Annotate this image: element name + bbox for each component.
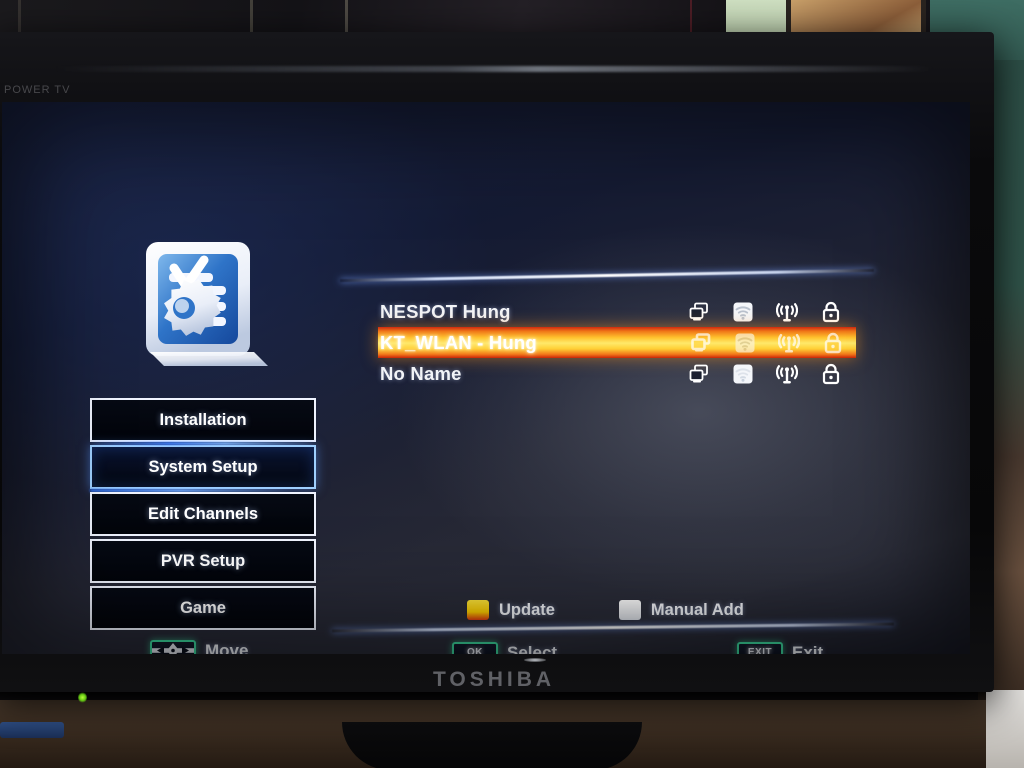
exit-key-icon: EXIT [737, 642, 783, 654]
hint-exit[interactable]: EXIT Exit [737, 642, 823, 654]
lock-icon [822, 332, 844, 354]
network-icon-group [688, 301, 854, 323]
hint-label: Exit [792, 642, 824, 655]
color-key-label: Update [499, 600, 555, 619]
divider-bottom [332, 622, 894, 633]
wifi-tile-icon [732, 301, 754, 323]
network-row-selected[interactable]: KT_WLAN - Hung [378, 327, 856, 358]
color-key-manual-add[interactable]: Manual Add [618, 600, 744, 620]
yellow-key-chip [467, 600, 489, 620]
screens-icon [688, 301, 710, 323]
menu-item-label: Edit Channels [147, 504, 258, 523]
lock-icon [820, 363, 842, 385]
exit-key-text: EXIT [747, 647, 773, 654]
network-ssid: No Name [380, 362, 462, 384]
wifi-network-list: NESPOT Hung KT_WLAN - Hung No Name [378, 296, 856, 389]
hint-label: Move [205, 640, 249, 655]
broadcast-tower-icon [778, 332, 800, 354]
bezel-powertv-label: POWER TV [4, 84, 71, 96]
menu-item-label: PVR Setup [160, 551, 246, 570]
screens-icon [688, 363, 710, 385]
ok-key-text: OK [467, 647, 483, 654]
network-row[interactable]: NESPOT Hung [380, 296, 854, 327]
network-ssid: KT_WLAN - Hung [380, 331, 537, 353]
menu-item-label: Game [180, 598, 226, 617]
color-key-update[interactable]: Update [467, 600, 555, 620]
tv-stand-neck [342, 722, 642, 768]
menu-item-label: System Setup [148, 457, 258, 476]
menu-item-pvr-setup[interactable]: PVR Setup [90, 539, 316, 583]
desk-object-blue [0, 722, 64, 738]
settings-gear-document-icon [122, 230, 282, 380]
wifi-tile-icon [734, 332, 756, 354]
ok-key-icon: OK [452, 642, 498, 654]
color-key-legend: Update Manual Add [467, 600, 744, 620]
menu-item-edit-channels[interactable]: Edit Channels [90, 492, 316, 536]
network-icon-group [690, 332, 856, 354]
menu-item-game[interactable]: Game [90, 586, 316, 630]
screens-icon [690, 332, 712, 354]
hint-move[interactable]: Move [150, 640, 248, 654]
network-ssid: NESPOT Hung [380, 300, 511, 322]
brand-logo-toshiba: TOSHIBA [432, 668, 556, 691]
footer-hints: Move OK Select EXIT Exit [2, 638, 970, 654]
hint-label: Select [507, 642, 558, 655]
lock-icon [820, 301, 842, 323]
divider-top [340, 268, 874, 283]
hint-select[interactable]: OK Select [452, 642, 557, 654]
menu-item-system-setup[interactable]: System Setup [90, 445, 316, 489]
settings-menu: Installation System Setup Edit Channels … [90, 398, 316, 633]
network-row[interactable]: No Name [380, 358, 854, 389]
wifi-tile-icon [732, 363, 754, 385]
ir-receiver-indicator [524, 658, 546, 662]
network-icon-group [688, 363, 854, 385]
bezel-highlight [54, 66, 934, 72]
broadcast-tower-icon [776, 301, 798, 323]
navigation-arrows-icon [150, 640, 196, 654]
menu-item-installation[interactable]: Installation [90, 398, 316, 442]
television: POWER TV Installation System Setup Edit … [0, 32, 994, 768]
white-key-chip [618, 600, 641, 620]
broadcast-tower-icon [776, 363, 798, 385]
desk-object-white [986, 690, 1024, 768]
color-key-label: Manual Add [650, 600, 744, 619]
menu-item-label: Installation [159, 410, 247, 429]
power-led-indicator [78, 692, 87, 703]
tv-screen: Installation System Setup Edit Channels … [2, 102, 970, 654]
